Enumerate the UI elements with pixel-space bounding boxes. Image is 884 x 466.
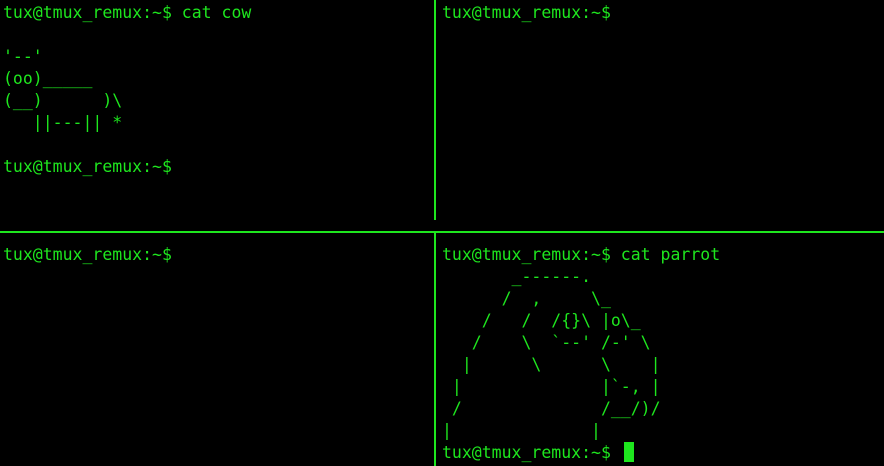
- shell-prompt: tux@tmux_remux:~$: [3, 245, 172, 264]
- pane-divider-vertical[interactable]: [434, 0, 436, 220]
- pane-output: tux@tmux_remux:~$ cat parrot _------. / …: [437, 234, 884, 464]
- ascii-art-line: _------.: [442, 267, 592, 286]
- terminal-pane-bottom-right[interactable]: tux@tmux_remux:~$ cat parrot _------. / …: [437, 234, 884, 466]
- ascii-art-line: / /__/)/: [442, 399, 661, 418]
- ascii-art-line: | |`-, |: [442, 377, 661, 396]
- ascii-art-line: / , \_: [442, 289, 611, 308]
- prompt-command-line: tux@tmux_remux:~$ cat parrot: [442, 245, 721, 264]
- ascii-art-line: (__) )\: [3, 91, 123, 110]
- ascii-art-line: ||---|| *: [3, 113, 123, 132]
- terminal-cursor: [623, 442, 634, 462]
- ascii-art-line: | |: [442, 421, 601, 440]
- ascii-art-line: / / /{}\ |o\_: [442, 311, 641, 330]
- ascii-art-line: (oo)_____: [3, 69, 93, 88]
- pane-divider-vertical[interactable]: [434, 233, 436, 466]
- pane-output: tux@tmux_remux:~$: [0, 234, 434, 266]
- ascii-art-line: '--': [3, 47, 43, 66]
- pane-divider-horizontal[interactable]: [0, 231, 884, 233]
- active-prompt-line: tux@tmux_remux:~$: [442, 442, 884, 464]
- shell-prompt: tux@tmux_remux:~$: [3, 157, 172, 176]
- terminal-pane-bottom-left[interactable]: tux@tmux_remux:~$: [0, 234, 434, 466]
- terminal-pane-top-left[interactable]: tux@tmux_remux:~$ cat cow '--' (oo)_____ (_…: [0, 0, 434, 232]
- prompt-command-line: tux@tmux_remux:~$ cat cow: [3, 3, 252, 22]
- ascii-art-line: / \ `--' /-' \: [442, 333, 651, 352]
- pane-output: tux@tmux_remux:~$ cat cow '--' (oo)_____ (_…: [0, 0, 434, 178]
- shell-prompt: tux@tmux_remux:~$: [442, 3, 611, 22]
- shell-prompt: tux@tmux_remux:~$: [442, 443, 611, 462]
- pane-output: tux@tmux_remux:~$: [437, 0, 884, 24]
- ascii-art-line: | \ \ |: [442, 355, 661, 374]
- terminal-pane-top-right[interactable]: tux@tmux_remux:~$: [437, 0, 884, 232]
